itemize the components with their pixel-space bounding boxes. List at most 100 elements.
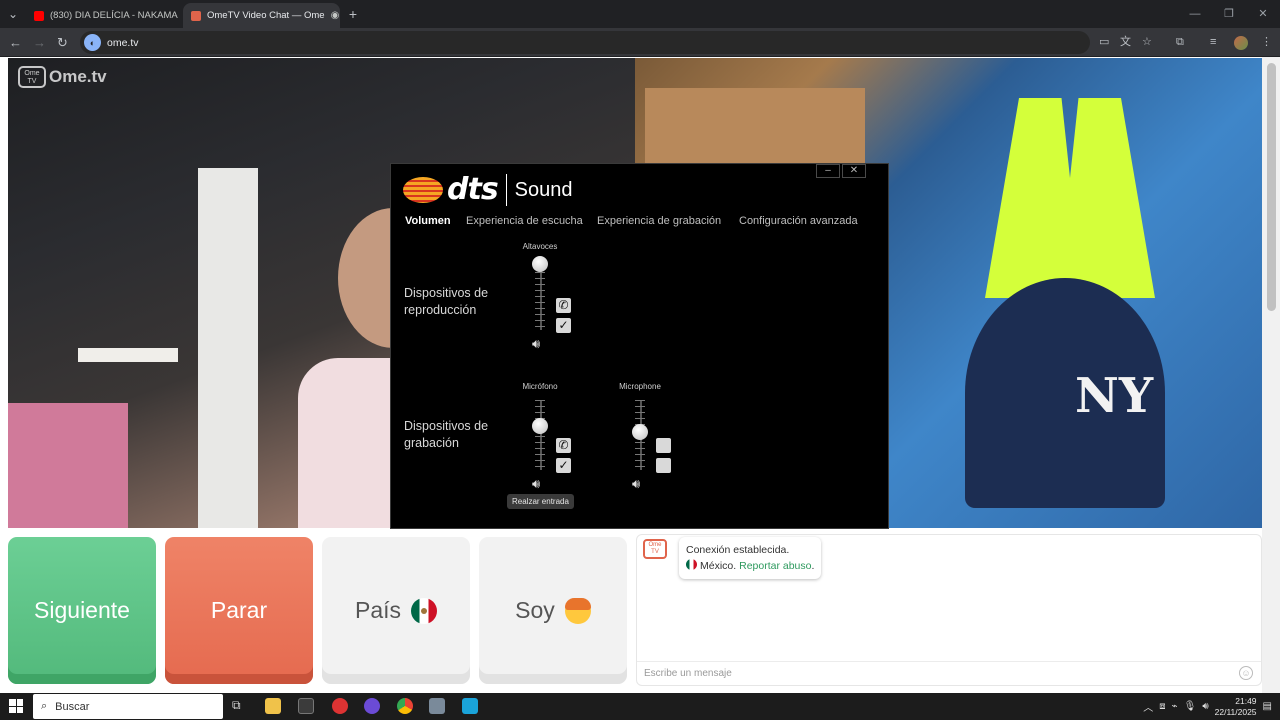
notifications-icon[interactable]: ▤ [1263,701,1272,712]
country-button-label: País [354,597,402,623]
new-tab-button[interactable]: + [346,0,360,28]
speakers-volume-knob[interactable] [532,256,548,272]
obs-icon[interactable] [332,698,348,714]
speakers-enable-checkbox[interactable]: ✓ [556,318,571,333]
shelf [78,348,178,362]
clock-time: 21:49 [1235,695,1257,706]
playback-devices-label: Dispositivos de reproducción [404,286,489,317]
mexico-flag-icon [686,559,697,570]
tab-configuracion-avanzada[interactable]: Configuración avanzada [739,215,858,227]
mic1-mute-icon[interactable]: 🔊︎ [532,476,540,492]
partner-country: México. [700,560,737,572]
app-blue-icon[interactable] [462,698,478,714]
dts-minimize-icon[interactable]: – [816,164,840,178]
scrollbar-thumb[interactable] [1267,63,1276,311]
ny-logo-icon: NY [1075,368,1154,424]
forward-icon[interactable]: → [33,28,46,57]
tab-title: (830) DIA DELÍCIA - NAKAMA ( [50,10,180,21]
site-info-icon[interactable]: ◐ [84,34,101,51]
speakers-phone-toggle[interactable]: ✆ [556,298,571,313]
cast-icon[interactable]: ▭ [1099,28,1109,57]
app-circle-icon[interactable] [364,698,380,714]
dts-window-controls: – ✕ [816,164,866,178]
search-icon: ⌕ [41,700,48,712]
clock[interactable]: 21:49 22/11/2025 [1215,696,1257,718]
chrome-menu-icon[interactable]: ⋮ [1261,28,1272,57]
mexico-flag-icon [411,597,438,624]
browser-toolbar: ← → ↻ ◐ ome.tv ▭ 文 ☆ ⧉ ≡ ⋮ [0,28,1280,57]
browser-tab-strip: ⌄ (830) DIA DELÍCIA - NAKAMA ( ✕ OmeTV V… [0,0,1280,28]
connection-status: Conexión establecida. [686,544,790,556]
ometv-badge-logo: Ome TV [18,66,46,88]
gender-button-label: Soy [515,597,555,623]
mic1-enable-checkbox[interactable]: ✓ [556,458,571,473]
youtube-favicon-icon [34,10,44,21]
country-button[interactable]: País [322,537,470,684]
minimize-icon[interactable]: — [1178,0,1212,28]
dts-logo: dts Sound [403,174,573,206]
safety-vest [985,98,1155,298]
mic1-label: Micrófono [522,382,558,391]
system-tray: ︿ ⧈ ⌁ 🎙︎ 🔊︎ 21:49 22/11/2025 ▤ [1143,693,1280,720]
country-line: México. Reportar abuso. [686,558,814,574]
app-icon[interactable] [298,698,314,714]
reload-icon[interactable]: ↻ [57,28,68,57]
logo-separator [505,174,507,206]
next-button[interactable]: Siguiente [8,537,156,684]
dts-rings-icon [403,177,443,203]
mic2-volume-knob[interactable] [632,424,648,440]
tray-overflow-icon[interactable]: ︿ [1143,699,1153,714]
back-icon[interactable]: ← [9,28,22,57]
dts-sound-window: – ✕ dts Sound Volumen Experiencia de esc… [390,163,889,529]
mic1-phone-toggle[interactable]: ✆ [556,438,571,453]
dts-close-icon[interactable]: ✕ [842,164,866,178]
tab-volumen[interactable]: Volumen [405,215,451,227]
task-view-icon[interactable]: ⧉ [232,698,248,714]
chat-panel: Ome TV Conexión establecida. México. Rep… [636,534,1262,686]
message-input[interactable]: Escribe un mensaje [637,661,1261,685]
window-controls: — ❐ ✕ [1178,0,1280,28]
bookmark-star-icon[interactable]: ☆ [1142,28,1152,57]
file-explorer-icon[interactable] [265,698,281,714]
taskbar-search[interactable]: ⌕ Buscar [33,694,223,719]
mic1-ticks [535,400,545,470]
tab-search-chevron-icon[interactable]: ⌄ [4,0,22,28]
bags [8,403,128,528]
mic1-volume-knob[interactable] [532,418,548,434]
chrome-icon[interactable] [397,698,413,714]
usb-icon[interactable]: ⌁ [1172,701,1178,712]
windows-start-icon[interactable] [9,699,23,713]
reading-list-icon[interactable]: ≡ [1210,28,1216,57]
tab-ometv[interactable]: OmeTV Video Chat — Ome ◉ ✕ [183,3,340,28]
boy-face-icon [564,597,591,624]
address-bar[interactable]: ◐ ome.tv [80,31,1090,54]
app-window-icon[interactable] [429,698,445,714]
close-window-icon[interactable]: ✕ [1246,0,1280,28]
speakers-mute-icon[interactable]: 🔊︎ [532,336,540,352]
tab-experiencia-escucha[interactable]: Experiencia de escucha [466,215,583,227]
extensions-icon[interactable]: ⧉ [1176,28,1184,57]
microphone-icon[interactable]: 🎙︎ [1184,701,1197,712]
mic2-label: Microphone [619,382,661,391]
profile-avatar[interactable] [1234,36,1248,50]
restore-icon[interactable]: ❐ [1212,0,1246,28]
windows-taskbar: ⌕ Buscar ⧉ ︿ ⧈ ⌁ 🎙︎ 🔊︎ 21:49 22/11/2025 … [0,693,1280,720]
emoji-icon[interactable]: ☺ [1239,666,1253,680]
translate-icon[interactable]: 文 [1120,28,1131,57]
audio-playing-icon[interactable]: ◉ [331,10,340,21]
page-scrollbar[interactable] [1262,57,1280,693]
mic2-phone-toggle[interactable] [656,438,671,453]
network-icon[interactable]: ⧈ [1159,701,1165,712]
gender-button[interactable]: Soy [479,537,627,684]
stop-button-label: Parar [210,597,268,623]
clock-date: 22/11/2025 [1214,706,1257,717]
stop-button[interactable]: Parar [165,537,313,684]
ometv-logo-text: Ome.tv [49,67,107,86]
mic2-mute-icon[interactable]: 🔊︎ [632,476,640,492]
report-abuse-link[interactable]: Reportar abuso [739,560,811,572]
mic2-enable-checkbox[interactable] [656,458,671,473]
tab-experiencia-grabacion[interactable]: Experiencia de grabación [597,215,721,227]
volume-icon[interactable]: 🔊︎ [1202,701,1208,712]
tab-youtube[interactable]: (830) DIA DELÍCIA - NAKAMA ( ✕ [26,3,180,28]
shelf-post [198,168,258,528]
